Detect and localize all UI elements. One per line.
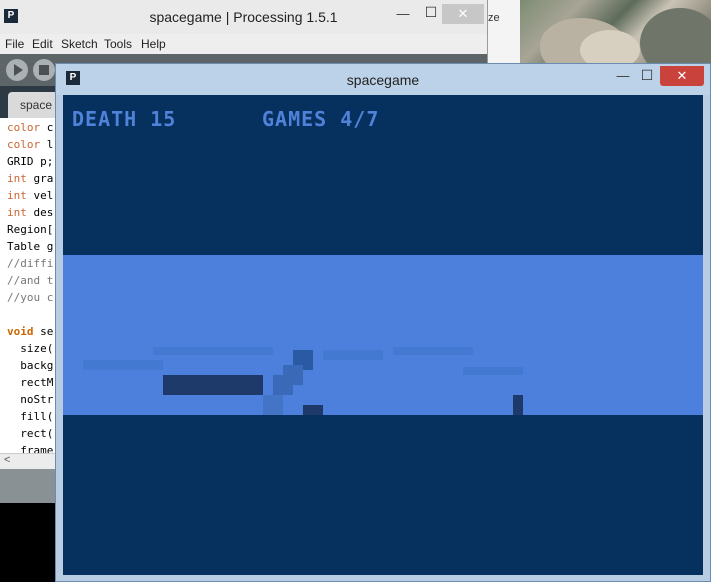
playfield-band xyxy=(63,255,703,415)
menu-file[interactable]: File xyxy=(5,37,24,51)
ide-close-button[interactable]: ✕ xyxy=(442,4,484,24)
code-line: color l xyxy=(7,138,53,151)
menu-edit[interactable]: Edit xyxy=(32,37,53,51)
games-counter: GAMES 4/7 xyxy=(262,107,380,131)
code-text: vel xyxy=(26,189,54,202)
background-window-strip xyxy=(487,0,520,66)
player-trail-square xyxy=(263,395,283,415)
menu-help[interactable]: Help xyxy=(141,37,166,51)
code-text: size( xyxy=(7,342,54,355)
run-button[interactable] xyxy=(6,59,28,81)
code-text: Region[ xyxy=(7,223,54,236)
ground-block xyxy=(303,405,323,415)
code-line: rect( xyxy=(7,427,53,440)
code-text: //diffi xyxy=(7,257,54,270)
background-window-text: ze xyxy=(488,12,500,24)
code-text: fill( xyxy=(7,410,54,423)
code-text: Table g xyxy=(7,240,54,253)
code-line: int vel xyxy=(7,189,53,202)
code-line: color c xyxy=(7,121,53,134)
code-text: //you c xyxy=(7,291,54,304)
code-line: Table g xyxy=(7,240,53,253)
code-line: int gra xyxy=(7,172,53,185)
code-text: rectM xyxy=(7,376,54,389)
trail-ghost xyxy=(463,367,523,375)
code-keyword: color xyxy=(7,121,41,134)
sketch-minimize-button[interactable]: — xyxy=(612,68,634,84)
code-text: l xyxy=(40,138,54,151)
sketch-titlebar[interactable]: P spacegame — ☐ ✕ xyxy=(56,64,710,95)
code-text: des xyxy=(26,206,54,219)
wallpaper-rock xyxy=(640,8,711,66)
code-line: backg xyxy=(7,359,53,372)
code-text: rect( xyxy=(7,427,54,440)
trail-ghost xyxy=(323,350,383,360)
code-keyword: int xyxy=(7,206,27,219)
desktop-wallpaper xyxy=(520,0,711,66)
sketch-maximize-button[interactable]: ☐ xyxy=(636,67,658,83)
menu-tools[interactable]: Tools xyxy=(104,37,132,51)
code-line: Region[ xyxy=(7,223,53,236)
code-line: noStr xyxy=(7,393,53,406)
code-line: void se xyxy=(7,325,53,338)
sketch-close-button[interactable]: ✕ xyxy=(660,66,704,86)
code-text: se xyxy=(33,325,54,338)
code-keyword: int xyxy=(7,172,27,185)
code-line: rectM xyxy=(7,376,53,389)
game-canvas[interactable]: DEATH 15 GAMES 4/7 xyxy=(63,95,703,575)
trail-ghost xyxy=(393,347,473,355)
trail-ghost xyxy=(153,347,273,355)
code-line: //diffi xyxy=(7,257,53,270)
code-line: //you c xyxy=(7,291,53,304)
code-text: noStr xyxy=(7,393,54,406)
ground-spike xyxy=(513,395,523,415)
menu-sketch[interactable]: Sketch xyxy=(61,37,98,51)
code-text: GRID p; xyxy=(7,155,54,168)
code-line: //and t xyxy=(7,274,53,287)
ide-minimize-button[interactable]: — xyxy=(392,6,414,22)
scroll-left-arrow-icon[interactable]: < xyxy=(4,454,10,466)
stop-button[interactable] xyxy=(33,59,55,81)
sketch-window: P spacegame — ☐ ✕ DEATH 15 GAMES 4/7 xyxy=(55,63,711,582)
code-line: int des xyxy=(7,206,53,219)
code-text: gra xyxy=(26,172,54,185)
ide-maximize-button[interactable]: ☐ xyxy=(420,4,442,20)
wallpaper-rock xyxy=(580,30,640,66)
code-keyword: int xyxy=(7,189,27,202)
code-line: fill( xyxy=(7,410,53,423)
ide-menubar: File Edit Sketch Tools Help xyxy=(0,34,487,54)
code-line: size( xyxy=(7,342,53,355)
code-text: backg xyxy=(7,359,54,372)
code-line: GRID p; xyxy=(7,155,53,168)
trail-ghost xyxy=(83,360,163,370)
code-text: //and t xyxy=(7,274,54,287)
code-text: c xyxy=(40,121,54,134)
player-trail-square xyxy=(273,375,293,395)
code-keyword: void xyxy=(7,325,34,338)
code-keyword: color xyxy=(7,138,41,151)
floating-platform xyxy=(163,375,263,395)
death-counter: DEATH 15 xyxy=(72,107,177,131)
ide-titlebar[interactable]: P spacegame | Processing 1.5.1 — ☐ ✕ xyxy=(0,0,487,34)
